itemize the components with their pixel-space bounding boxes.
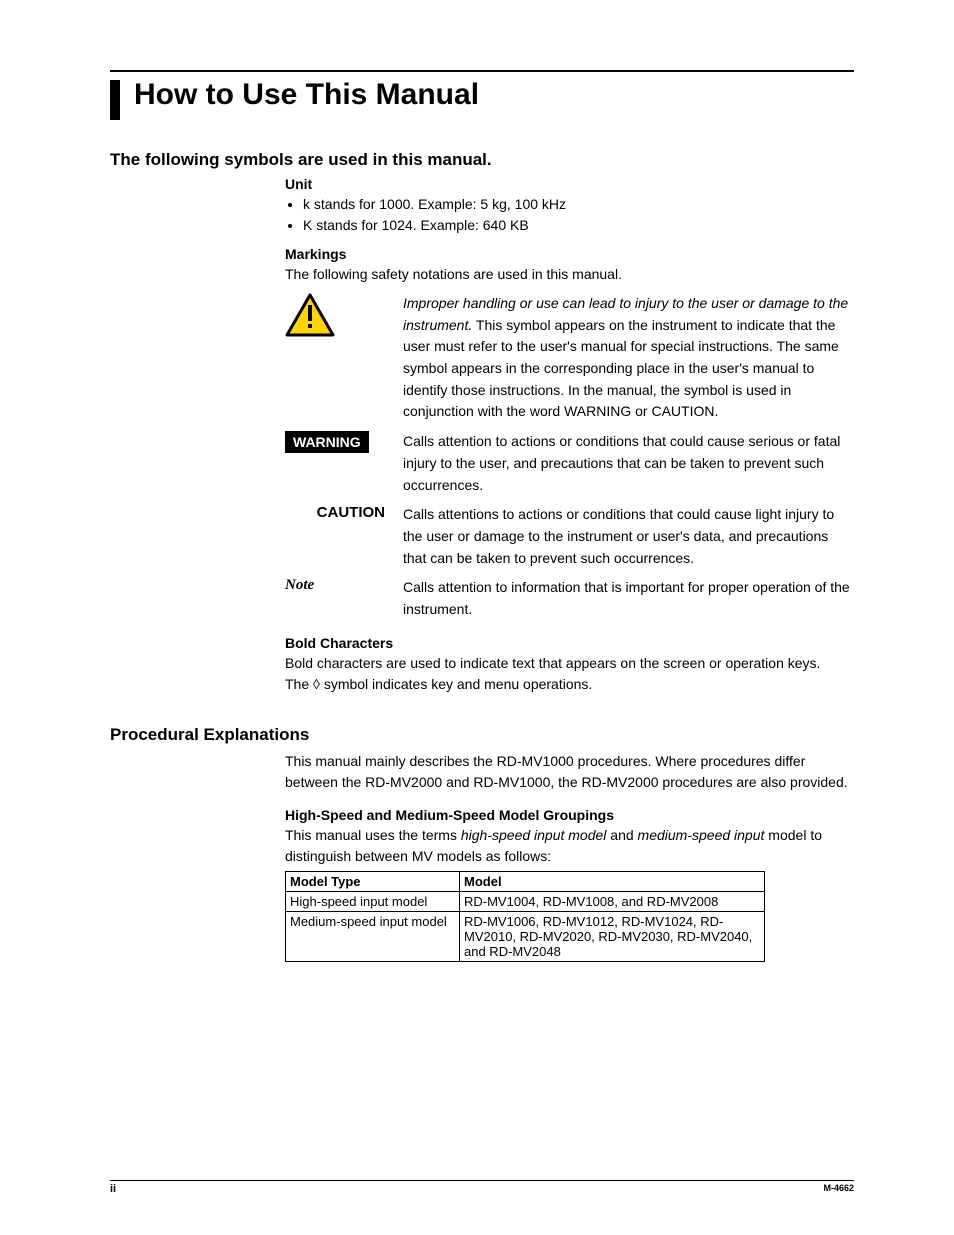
procedural-block: This manual mainly describes the RD-MV10… bbox=[285, 751, 854, 962]
bold-line2: The ◊ symbol indicates key and menu oper… bbox=[285, 674, 854, 695]
top-rule bbox=[110, 70, 854, 72]
warning-badge: WARNING bbox=[285, 431, 369, 453]
procedural-intro: This manual mainly describes the RD-MV10… bbox=[285, 751, 854, 793]
groupings-intro: This manual uses the terms high-speed in… bbox=[285, 825, 854, 867]
marking-symbol-body: Improper handling or use can lead to inj… bbox=[403, 293, 854, 423]
title-row: How to Use This Manual bbox=[110, 78, 854, 120]
table-header: Model Type bbox=[286, 871, 460, 891]
marking-row-symbol: Improper handling or use can lead to inj… bbox=[285, 293, 854, 423]
warning-body: Calls attention to actions or conditions… bbox=[403, 431, 854, 496]
caution-label: CAUTION bbox=[317, 504, 385, 521]
warning-triangle-icon bbox=[285, 293, 385, 337]
footer: ii M-4662 bbox=[110, 1180, 854, 1195]
unit-block: Unit k stands for 1000. Example: 5 kg, 1… bbox=[285, 176, 854, 695]
caution-label-wrap: CAUTION bbox=[285, 504, 385, 521]
unit-list: k stands for 1000. Example: 5 kg, 100 kH… bbox=[285, 194, 854, 236]
table-cell: Medium-speed input model bbox=[286, 911, 460, 961]
groupings-intro-pre: This manual uses the terms bbox=[285, 827, 461, 843]
section-symbols-heading: The following symbols are used in this m… bbox=[110, 150, 854, 170]
bold-line1: Bold characters are used to indicate tex… bbox=[285, 653, 854, 674]
note-body: Calls attention to information that is i… bbox=[403, 577, 854, 620]
groupings-intro-mid: and bbox=[606, 827, 637, 843]
marking-row-caution: CAUTION Calls attentions to actions or c… bbox=[285, 504, 854, 569]
marking-row-note: Note Calls attention to information that… bbox=[285, 577, 854, 620]
bold-line2-pre: The bbox=[285, 676, 313, 692]
groupings-intro-em2: medium-speed input bbox=[638, 827, 765, 843]
markings-heading: Markings bbox=[285, 246, 854, 262]
groupings-heading: High-Speed and Medium-Speed Model Groupi… bbox=[285, 807, 854, 823]
bold-line2-post: symbol indicates key and menu operations… bbox=[320, 676, 592, 692]
page: How to Use This Manual The following sym… bbox=[0, 0, 954, 1235]
title-mark-icon bbox=[110, 80, 120, 120]
model-table: Model Type Model High-speed input model … bbox=[285, 871, 765, 962]
table-header-row: Model Type Model bbox=[286, 871, 765, 891]
note-label-wrap: Note bbox=[285, 577, 385, 594]
footer-page-number: ii bbox=[110, 1183, 116, 1195]
table-header: Model bbox=[460, 871, 765, 891]
groupings-intro-em1: high-speed input model bbox=[461, 827, 607, 843]
unit-item: k stands for 1000. Example: 5 kg, 100 kH… bbox=[303, 194, 854, 215]
unit-heading: Unit bbox=[285, 176, 854, 192]
bold-heading: Bold Characters bbox=[285, 635, 854, 651]
table-row: High-speed input model RD-MV1004, RD-MV1… bbox=[286, 891, 765, 911]
page-title: How to Use This Manual bbox=[134, 78, 479, 111]
section-procedural-heading: Procedural Explanations bbox=[110, 725, 854, 745]
table-cell: High-speed input model bbox=[286, 891, 460, 911]
warning-label-wrap: WARNING bbox=[285, 431, 385, 453]
unit-item: K stands for 1024. Example: 640 KB bbox=[303, 215, 854, 236]
diamond-icon: ◊ bbox=[313, 676, 320, 692]
table-cell: RD-MV1004, RD-MV1008, and RD-MV2008 bbox=[460, 891, 765, 911]
markings-intro: The following safety notations are used … bbox=[285, 264, 854, 285]
table-cell: RD-MV1006, RD-MV1012, RD-MV1024, RD-MV20… bbox=[460, 911, 765, 961]
caution-body: Calls attentions to actions or condition… bbox=[403, 504, 854, 569]
note-label: Note bbox=[285, 577, 314, 594]
marking-row-warning: WARNING Calls attention to actions or co… bbox=[285, 431, 854, 496]
footer-doc-id: M-4662 bbox=[823, 1183, 854, 1195]
table-row: Medium-speed input model RD-MV1006, RD-M… bbox=[286, 911, 765, 961]
